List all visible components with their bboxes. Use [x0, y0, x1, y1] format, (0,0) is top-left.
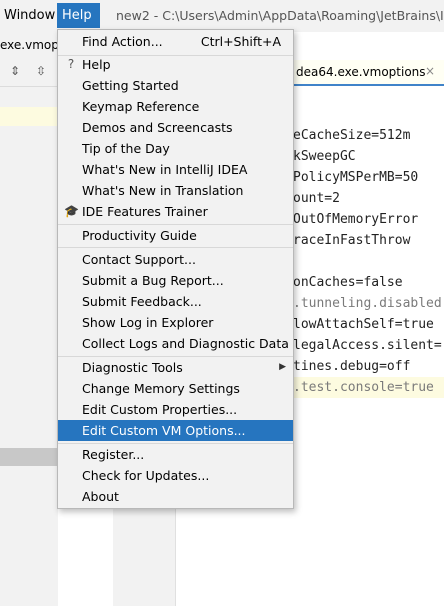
menu-item-label: Submit Feedback...: [82, 294, 202, 309]
menu-item-label: Help: [82, 57, 111, 72]
code-line: ount=2: [293, 191, 340, 206]
menu-item-label: What's New in IntelliJ IDEA: [82, 162, 248, 177]
code-line: .test.console=true: [293, 377, 444, 398]
code-line: legalAccess.silent=: [293, 338, 442, 353]
menu-item-whats-new-idea[interactable]: What's New in IntelliJ IDEA: [58, 159, 293, 180]
menu-item-ide-features-trainer[interactable]: 🎓 IDE Features Trainer: [58, 201, 293, 222]
menu-item-label: Show Log in Explorer: [82, 315, 214, 330]
left-highlight-row: [0, 107, 58, 126]
code-line: kSweepGC: [293, 149, 356, 164]
menu-item-collect-logs[interactable]: Collect Logs and Diagnostic Data: [58, 333, 293, 354]
menu-item-productivity-guide[interactable]: Productivity Guide: [58, 225, 293, 246]
expand-all-icon[interactable]: ⇕: [8, 64, 22, 78]
menu-item-change-memory[interactable]: Change Memory Settings: [58, 378, 293, 399]
menu-item-label: IDE Features Trainer: [82, 204, 208, 219]
menu-item-label: Collect Logs and Diagnostic Data: [82, 336, 289, 351]
menu-item-label: Edit Custom Properties...: [82, 402, 238, 417]
menu-item-label: About: [82, 489, 119, 504]
menu-item-help[interactable]: ? Help: [58, 54, 293, 75]
menu-item-label: Productivity Guide: [82, 228, 197, 243]
menu-item-demos[interactable]: Demos and Screencasts: [58, 117, 293, 138]
menu-item-label: Change Memory Settings: [82, 381, 240, 396]
code-line: raceInFastThrow: [293, 233, 411, 248]
menu-item-label: Tip of the Day: [82, 141, 170, 156]
menu-item-label: Keymap Reference: [82, 99, 200, 114]
menu-item-label: Contact Support...: [82, 252, 196, 267]
menu-item-label: Getting Started: [82, 78, 179, 93]
code-line: eCacheSize=512m: [293, 128, 411, 143]
menu-item-edit-custom-vm-options[interactable]: Edit Custom VM Options...: [58, 420, 293, 441]
menu-item-tip-of-the-day[interactable]: Tip of the Day: [58, 138, 293, 159]
menu-help[interactable]: Help: [57, 3, 100, 28]
menu-item-whats-new-translation[interactable]: What's New in Translation: [58, 180, 293, 201]
left-selected-row[interactable]: [0, 448, 58, 466]
chevron-right-icon: ▶: [279, 362, 286, 372]
menu-item-find-action[interactable]: Find Action... Ctrl+Shift+A: [58, 31, 293, 52]
menu-item-register[interactable]: Register...: [58, 444, 293, 465]
menu-item-label: Demos and Screencasts: [82, 120, 233, 135]
code-line: .tunneling.disabled: [293, 296, 442, 311]
code-line: onCaches=false: [293, 275, 403, 290]
menu-item-keymap-reference[interactable]: Keymap Reference: [58, 96, 293, 117]
title-bar: Window Help new2 - C:\Users\Admin\AppDat…: [0, 0, 444, 32]
menu-item-label: Check for Updates...: [82, 468, 210, 483]
menu-item-submit-feedback[interactable]: Submit Feedback...: [58, 291, 293, 312]
menu-item-label: Submit a Bug Report...: [82, 273, 224, 288]
menu-item-label: Find Action...: [82, 34, 163, 49]
menu-item-contact-support[interactable]: Contact Support...: [58, 249, 293, 270]
code-line: PolicyMSPerMB=50: [293, 170, 419, 185]
menu-item-about[interactable]: About: [58, 486, 293, 507]
code-line: OutOfMemoryError: [293, 212, 419, 227]
close-icon[interactable]: ×: [425, 64, 435, 78]
left-toolbar: ⇕ ⇳: [0, 58, 58, 87]
menu-item-label: What's New in Translation: [82, 183, 244, 198]
menu-item-edit-custom-properties[interactable]: Edit Custom Properties...: [58, 399, 293, 420]
shortcut-label: Ctrl+Shift+A: [200, 34, 281, 49]
graduation-cap-icon: 🎓: [64, 204, 79, 218]
menu-separator: [58, 247, 293, 248]
editor-tab-label: dea64.exe.vmoptions: [296, 65, 426, 79]
code-line: tines.debug=off: [293, 359, 411, 374]
collapse-all-icon[interactable]: ⇳: [34, 64, 48, 78]
menu-item-submit-bug-report[interactable]: Submit a Bug Report...: [58, 270, 293, 291]
question-icon: ?: [67, 57, 75, 71]
menu-item-show-log[interactable]: Show Log in Explorer: [58, 312, 293, 333]
editor-tab-vmoptions[interactable]: dea64.exe.vmoptions ×: [293, 60, 444, 86]
menu-item-diagnostic-tools[interactable]: Diagnostic Tools ▶: [58, 357, 293, 378]
menu-item-getting-started[interactable]: Getting Started: [58, 75, 293, 96]
menu-item-check-for-updates[interactable]: Check for Updates...: [58, 465, 293, 486]
menu-window[interactable]: Window: [0, 3, 59, 28]
menu-item-label: Register...: [82, 447, 145, 462]
window-title: new2 - C:\Users\Admin\AppData\Roaming\Je…: [116, 8, 444, 23]
menu-item-label: Edit Custom VM Options...: [82, 423, 246, 438]
menu-item-label: Diagnostic Tools: [82, 360, 183, 375]
code-line: lowAttachSelf=true: [293, 317, 434, 332]
help-menu-dropdown: Find Action... Ctrl+Shift+A ? Help Getti…: [57, 29, 294, 509]
